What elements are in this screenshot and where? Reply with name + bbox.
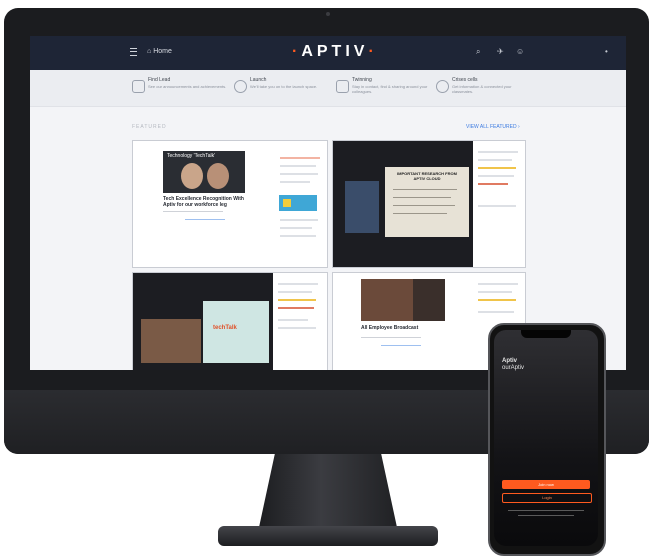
- featured-card-1[interactable]: Technology 'TechTalk' Tech Excellence Re…: [132, 140, 328, 268]
- logo-text: APTIV: [301, 43, 369, 60]
- user-icon[interactable]: ☺: [516, 47, 524, 56]
- featured-card-3[interactable]: techTalk: [132, 272, 328, 370]
- card-1-banner-text: Technology 'TechTalk': [167, 153, 216, 159]
- quick-link-launch[interactable]: Launch We'll take you on to the launch s…: [234, 77, 332, 99]
- view-all-featured-link[interactable]: VIEW ALL FEATURED ›: [466, 124, 520, 130]
- rail-thumbnail-accent: [283, 199, 291, 207]
- phone-logo-line-2: ourAptiv: [502, 365, 525, 371]
- quick-link-title: Crises cells: [452, 77, 478, 83]
- card-2-hero: IMPORTANT RESEARCH FROM APTIV CLOUD: [333, 141, 473, 267]
- monitor-stand-neck: [258, 454, 398, 532]
- card-1-side-rail: [277, 147, 325, 265]
- speaker-photo: [345, 181, 379, 233]
- featured-heading: FEATURED: [132, 124, 167, 130]
- webcam-dot: [326, 12, 330, 16]
- quick-link-title: Find Lead: [148, 77, 171, 83]
- video-thumbnail: [141, 319, 201, 363]
- quick-link-crises-cells[interactable]: Crises cells Get information & connected…: [436, 77, 534, 99]
- quick-link-desc: Get information & connected your classma…: [452, 84, 512, 94]
- card-2-side-rail: [475, 145, 523, 263]
- featured-card-2[interactable]: IMPORTANT RESEARCH FROM APTIV CLOUD: [332, 140, 526, 268]
- card-1-banner: Technology 'TechTalk': [163, 151, 245, 193]
- phone-notch: [521, 330, 571, 338]
- card-3-hero: techTalk: [133, 273, 273, 370]
- card-4-caption: All Employee Broadcast: [361, 325, 419, 331]
- card-3-side-rail: [275, 277, 323, 367]
- quick-link-desc: We'll take you on to the launch space.: [250, 84, 318, 89]
- home-icon: ⌂: [147, 48, 152, 55]
- person-photo: [181, 163, 203, 189]
- quick-links-bar: Find Lead See our announcements and achi…: [30, 70, 626, 107]
- aptiv-logo[interactable]: ·APTIV·: [292, 43, 378, 61]
- document-icon: [132, 80, 145, 93]
- person-photo: [207, 163, 229, 189]
- people-icon: [336, 80, 349, 93]
- quick-link-title: Launch: [250, 77, 267, 83]
- quick-link-title: Twinning: [352, 77, 372, 83]
- quick-link-desc: Stay in contact, find & sharing around y…: [352, 84, 428, 94]
- monitor-screen: ⌂ Home ·APTIV· ⌕ ✈ ☺ • Find Lead See our…: [30, 36, 626, 370]
- logo-dot-right: ·: [368, 43, 378, 60]
- logo-dot-left: ·: [292, 43, 302, 60]
- phone-login-button[interactable]: Login: [502, 493, 592, 503]
- quick-link-desc: See our announcements and achievements.: [148, 84, 227, 89]
- search-icon[interactable]: ⌕: [476, 47, 480, 57]
- quick-link-find-lead[interactable]: Find Lead See our announcements and achi…: [132, 77, 230, 99]
- clock-icon: [234, 80, 247, 93]
- send-icon[interactable]: ✈: [497, 47, 504, 56]
- card-1-caption: Tech Excellence Recognition With Aptiv f…: [163, 196, 244, 208]
- monitor-stand-base: [218, 526, 438, 546]
- hamburger-menu-icon[interactable]: [130, 48, 137, 56]
- slide-panel: IMPORTANT RESEARCH FROM APTIV CLOUD: [385, 167, 469, 237]
- home-link[interactable]: ⌂ Home: [147, 48, 172, 55]
- search-circle-icon: [436, 80, 449, 93]
- techtalk-slide: techTalk: [203, 301, 269, 363]
- video-grid-thumbnail: [361, 279, 413, 321]
- home-link-label: Home: [153, 48, 172, 55]
- app-header: ⌂ Home ·APTIV· ⌕ ✈ ☺ •: [30, 36, 626, 70]
- card-3-slide-title: techTalk: [213, 325, 237, 331]
- phone-app-logo: Aptiv ourAptiv: [502, 358, 524, 372]
- quick-link-twinning[interactable]: Twinning Stay in contact, find & sharing…: [336, 77, 434, 99]
- phone-join-button[interactable]: Join now: [502, 480, 590, 489]
- phone-logo-line-1: Aptiv: [502, 358, 517, 364]
- notification-icon[interactable]: •: [605, 47, 608, 56]
- chevron-right-icon: ›: [517, 124, 520, 130]
- view-all-label: VIEW ALL FEATURED: [466, 124, 517, 130]
- card-2-slide-title: IMPORTANT RESEARCH FROM APTIV CLOUD: [397, 171, 457, 181]
- video-grid-thumbnail-2: [413, 279, 445, 321]
